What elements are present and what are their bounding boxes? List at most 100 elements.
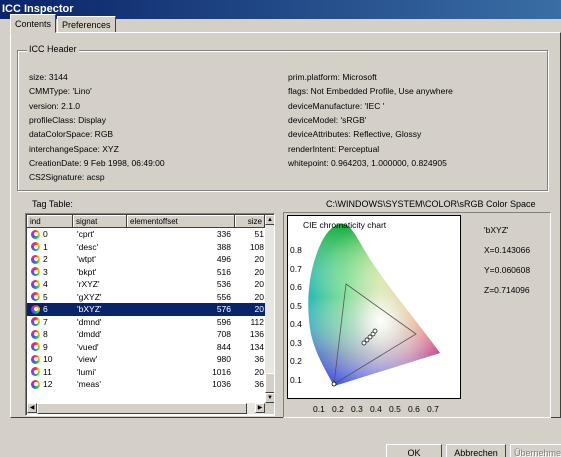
table-row[interactable]: 0 'cprt' 336 51 bbox=[27, 228, 265, 241]
header-field: deviceModel: 'sRGB' bbox=[288, 114, 367, 125]
cancel-button[interactable]: Abbrechen bbox=[446, 444, 506, 457]
cell-size: 36 bbox=[254, 354, 264, 365]
column-signat[interactable]: signat bbox=[73, 215, 127, 228]
table-row[interactable]: 2 'wtpt' 496 20 bbox=[27, 253, 265, 266]
cell-elementoffset: 576 bbox=[216, 304, 231, 315]
cell-signat: 'wtpt' bbox=[77, 254, 96, 265]
cell-ind: 11 bbox=[27, 367, 73, 377]
cell-size: 134 bbox=[249, 341, 264, 352]
table-row[interactable]: 1 'desc' 388 108 bbox=[27, 241, 265, 254]
table-row[interactable]: 12 'meas' 1036 36 bbox=[27, 378, 265, 391]
cell-ind-text: 7 bbox=[43, 316, 48, 327]
cell-elementoffset: 1036 bbox=[212, 379, 231, 390]
column-ind[interactable]: ind bbox=[27, 215, 73, 228]
profile-tag-icon bbox=[31, 354, 40, 364]
header-field: profileClass: Display bbox=[29, 114, 106, 125]
cell-size: 108 bbox=[249, 241, 264, 252]
cell-size: 112 bbox=[250, 316, 264, 327]
cell-elementoffset: 556 bbox=[216, 291, 231, 302]
vertical-scrollbar[interactable]: ▲ ▼ bbox=[265, 215, 274, 403]
cell-ind-text: 4 bbox=[43, 279, 48, 290]
profile-tag-icon bbox=[31, 254, 40, 264]
vertical-scroll-thumb[interactable] bbox=[265, 373, 274, 393]
cell-ind-text: 1 bbox=[43, 241, 48, 252]
scroll-down-button[interactable]: ▼ bbox=[265, 393, 274, 403]
x-tick-label: 0.6 bbox=[408, 404, 420, 414]
y-tick-label: 0.4 bbox=[290, 319, 302, 329]
cell-size: 20 bbox=[254, 254, 264, 265]
profile-tag-icon bbox=[31, 317, 40, 327]
profile-path: C:\WINDOWS\SYSTEM\COLOR\sRGB Color Space bbox=[326, 199, 536, 209]
cell-elementoffset: 516 bbox=[216, 266, 231, 277]
cell-size: 20 bbox=[254, 291, 264, 302]
profile-tag-icon bbox=[31, 242, 40, 252]
scroll-left-button[interactable]: ◀ bbox=[27, 403, 37, 413]
table-row[interactable]: 4 'rXYZ' 536 20 bbox=[27, 278, 265, 291]
horizontal-scroll-thumb[interactable] bbox=[37, 403, 247, 414]
cell-ind-text: 11 bbox=[43, 366, 52, 377]
header-field: interchangeSpace: XYZ bbox=[29, 143, 119, 154]
primary-marker-blue bbox=[331, 381, 337, 387]
tab-contents[interactable]: Contents bbox=[10, 14, 57, 33]
profile-tag-icon bbox=[31, 267, 40, 277]
cell-signat: 'bXYZ' bbox=[77, 304, 102, 315]
cell-elementoffset: 536 bbox=[216, 279, 231, 290]
cell-signat: 'bkpt' bbox=[77, 266, 97, 277]
cell-signat: 'desc' bbox=[77, 241, 99, 252]
y-tick-label: 0.8 bbox=[290, 245, 302, 255]
cell-elementoffset: 336 bbox=[216, 229, 231, 240]
column-size[interactable]: size bbox=[235, 215, 265, 228]
cell-signat: 'dmnd' bbox=[77, 316, 102, 327]
cie-chart-svg bbox=[308, 223, 440, 387]
cell-ind-text: 2 bbox=[43, 254, 48, 265]
header-field: CS2Signature: acsp bbox=[29, 172, 105, 183]
table-row[interactable]: 5 'gXYZ' 556 20 bbox=[27, 291, 265, 304]
x-tick-label: 0.5 bbox=[389, 404, 401, 414]
cell-ind-text: 5 bbox=[43, 291, 48, 302]
table-row[interactable]: 6 'bXYZ' 576 20 bbox=[27, 303, 265, 316]
table-row[interactable]: 3 'bkpt' 516 20 bbox=[27, 266, 265, 279]
tag-table-label: Tag Table: bbox=[32, 199, 73, 209]
cell-elementoffset: 496 bbox=[216, 254, 231, 265]
cell-ind-text: 8 bbox=[43, 329, 48, 340]
horizontal-scrollbar[interactable]: ◀ ▶ bbox=[27, 403, 265, 414]
cell-signat: 'gXYZ' bbox=[77, 291, 102, 302]
scroll-right-button[interactable]: ▶ bbox=[255, 403, 265, 413]
table-row[interactable]: 8 'dmdd' 708 136 bbox=[27, 328, 265, 341]
cell-signat: 'view' bbox=[77, 354, 98, 365]
y-tick-label: 0.5 bbox=[290, 300, 302, 311]
x-tick-label: 0.4 bbox=[370, 404, 382, 414]
cell-size: 20 bbox=[254, 304, 264, 315]
table-row[interactable]: 11 'lumi' 1016 20 bbox=[27, 366, 265, 379]
y-value: Y=0.060608 bbox=[484, 265, 531, 275]
cell-ind: 5 bbox=[27, 292, 73, 302]
tag-table[interactable]: ind signat elementoffset size 0'cprt' 336… bbox=[25, 213, 275, 416]
cell-ind: 0 bbox=[27, 229, 73, 239]
apply-button[interactable]: Übernehmen bbox=[510, 444, 561, 457]
cell-ind: 1 bbox=[27, 242, 73, 252]
cell-size: 20 bbox=[254, 366, 264, 377]
tag-table-header: ind signat elementoffset size bbox=[27, 215, 265, 228]
x-tick-label: 0.2 bbox=[332, 404, 344, 414]
cell-size: 136 bbox=[249, 329, 264, 340]
scroll-up-button[interactable]: ▲ bbox=[265, 215, 274, 225]
table-row[interactable]: 7 'dmnd' 596 112 bbox=[27, 316, 265, 329]
cell-ind-text: 6 bbox=[43, 304, 48, 315]
table-row[interactable]: 10 'view' 980 36 bbox=[27, 353, 265, 366]
y-tick-label: 0.1 bbox=[290, 374, 302, 385]
cell-ind: 9 bbox=[27, 342, 73, 352]
scroll-corner bbox=[265, 403, 274, 414]
table-row[interactable]: 9 'vued' 844 134 bbox=[27, 341, 265, 354]
cell-ind-text: 10 bbox=[43, 354, 53, 365]
header-field: dataColorSpace: RGB bbox=[29, 129, 114, 140]
column-elementoffset[interactable]: elementoffset bbox=[127, 215, 235, 228]
tag-signature: 'bXYZ' bbox=[484, 225, 509, 235]
cell-signat: 'lumi' bbox=[77, 366, 96, 377]
cell-elementoffset: 980 bbox=[216, 354, 231, 365]
header-field: prim.platform: Microsoft bbox=[288, 72, 377, 82]
tab-preferences[interactable]: Preferences bbox=[57, 16, 116, 33]
profile-tag-icon bbox=[31, 229, 40, 239]
ok-button[interactable]: OK bbox=[386, 444, 442, 457]
chart-title: CIE chromaticity chart bbox=[303, 220, 387, 230]
y-tick-label: 0.6 bbox=[290, 282, 302, 292]
